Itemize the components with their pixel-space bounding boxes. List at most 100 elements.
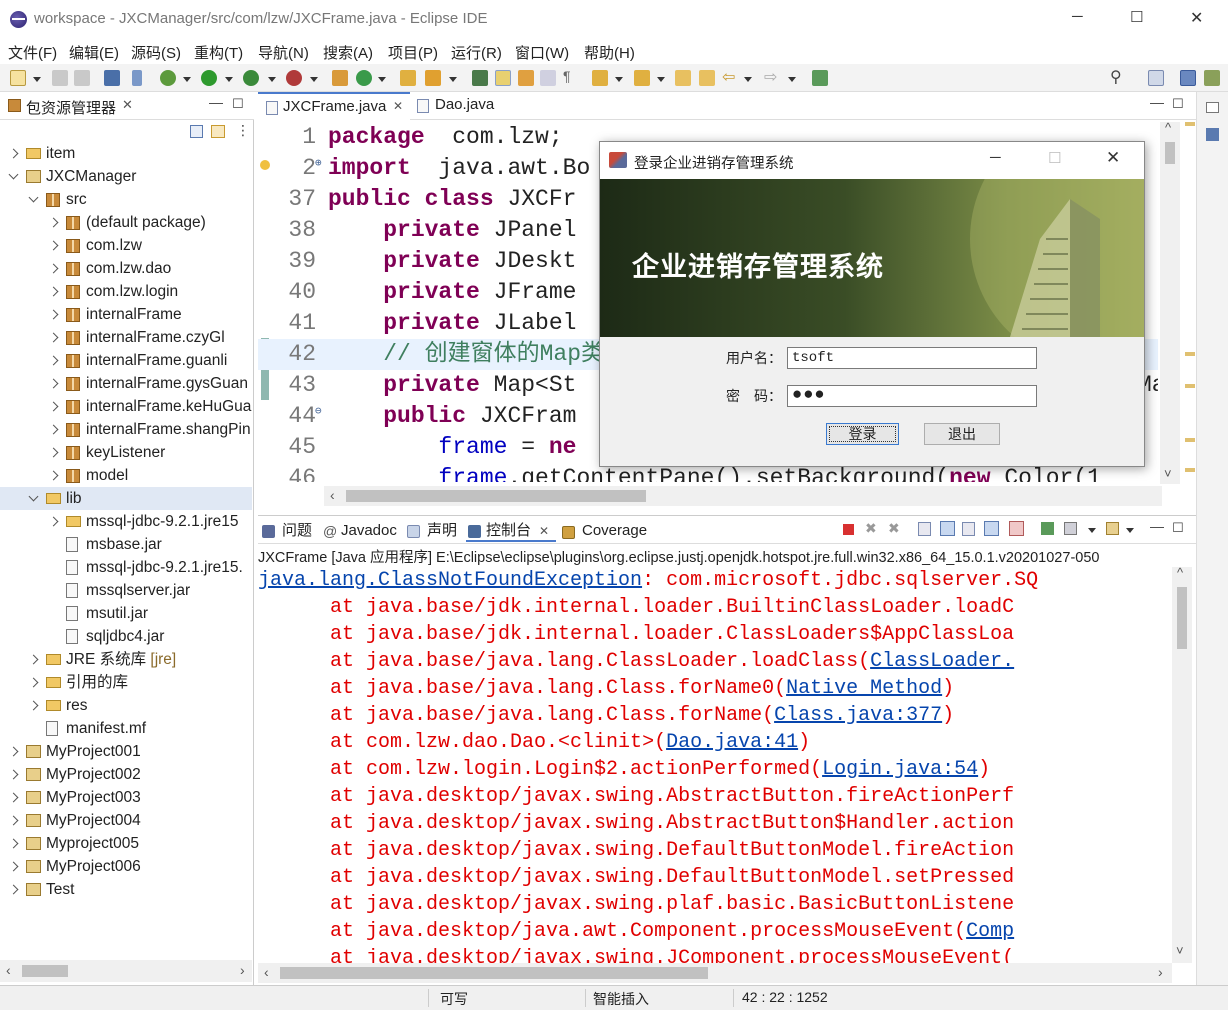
tree-item[interactable]: internalFrame [0,303,252,326]
tree-item[interactable]: sqljdbc4.jar [0,625,252,648]
dialog-close-button[interactable]: ✕ [1106,148,1120,168]
outline-icon[interactable] [1206,128,1219,141]
tree-item[interactable]: com.lzw.dao [0,257,252,280]
save-all-icon[interactable] [74,70,90,86]
remove-all-icon[interactable]: ✖ [888,520,900,537]
tree-item[interactable]: JXCManager [0,165,252,188]
tree-item[interactable]: mssql-jdbc-9.2.1.jre15 [0,510,252,533]
display-console-icon[interactable] [1064,522,1077,535]
stacktrace-link[interactable]: Native Method [786,677,942,700]
tree-item[interactable]: internalFrame.shangPin [0,418,252,441]
tree-item[interactable]: res [0,694,252,717]
chevron-right-icon[interactable] [48,401,59,412]
open-perspective-icon[interactable] [1148,70,1164,86]
explorer-hscroll[interactable]: ‹ › [0,960,252,982]
chevron-right-icon[interactable] [48,447,59,458]
forward-icon[interactable]: ⇨ [764,67,780,86]
tree-item[interactable]: mssql-jdbc-9.2.1.jre15. [0,556,252,579]
pin-editor-icon[interactable] [812,70,828,86]
external-tools-icon[interactable] [286,70,302,86]
chevron-right-icon[interactable] [8,769,19,780]
editor-hscroll[interactable]: ‹ [324,486,1162,506]
tree-item[interactable]: manifest.mf [0,717,252,740]
java-perspective-icon[interactable] [1180,70,1196,86]
last-edit-icon[interactable] [675,70,691,86]
minimize-button[interactable]: ─ [1072,8,1083,25]
menu-edit[interactable]: 编辑(E) [69,42,119,63]
tree-item[interactable]: model [0,464,252,487]
fold-collapse-icon[interactable]: ⊖ [315,397,322,428]
password-field[interactable]: ●●● [787,385,1037,407]
close-button[interactable]: ✕ [1190,8,1203,28]
menu-run[interactable]: 运行(R) [451,42,502,63]
terminate-icon[interactable] [843,524,854,535]
remove-launch-icon[interactable]: ✖ [865,520,877,537]
tree-item[interactable]: Test [0,878,252,901]
stacktrace-link[interactable]: Class.java:377 [774,704,942,727]
login-button[interactable]: 登录 [826,423,899,445]
tab-coverage[interactable]: Coverage [562,520,647,542]
console-output[interactable]: java.lang.ClassNotFoundException: com.mi… [258,567,1170,963]
menu-search[interactable]: 搜索(A) [323,42,373,63]
tree-item[interactable]: internalFrame.keHuGua [0,395,252,418]
chevron-right-icon[interactable] [8,861,19,872]
prev-annotation-icon[interactable] [634,70,650,86]
show-whitespace-icon[interactable] [540,70,556,86]
editor-vscroll[interactable]: ^ ˅ [1160,120,1180,484]
tree-item[interactable]: com.lzw [0,234,252,257]
stacktrace-link[interactable]: java.lang.ClassNotFoundException [258,569,642,592]
chevron-right-icon[interactable] [48,470,59,481]
chevron-right-icon[interactable] [48,378,59,389]
tree-item[interactable]: 引用的库 [0,671,252,694]
minimize-console-icon[interactable]: — [1150,518,1164,534]
maximize-console-icon[interactable]: ☐ [1172,520,1184,536]
tree-item[interactable]: lib [0,487,252,510]
maximize-button[interactable]: ☐ [1130,8,1143,26]
chevron-right-icon[interactable] [48,286,59,297]
tree-item[interactable]: msutil.jar [0,602,252,625]
exit-button[interactable]: 退出 [924,423,1000,445]
username-field[interactable]: tsoft [787,347,1037,369]
clear-console-icon[interactable] [918,522,931,536]
tree-item[interactable]: keyListener [0,441,252,464]
word-wrap-icon[interactable] [962,522,975,536]
new-class-icon[interactable] [356,70,372,86]
tree-item[interactable]: MyProject006 [0,855,252,878]
new-java-project-icon[interactable] [332,70,348,86]
console-hscroll[interactable]: ‹ › [258,963,1172,983]
search-tool-icon[interactable] [425,70,441,86]
stacktrace-link[interactable]: ClassLoader. [870,650,1014,673]
tab-problems[interactable]: 问题 [262,520,312,542]
chevron-right-icon[interactable] [28,677,39,688]
collapse-all-icon[interactable] [190,125,203,138]
fold-expand-icon[interactable]: ⊕ [315,149,322,180]
stacktrace-link[interactable]: Comp [966,920,1014,943]
mark-occurrences-icon[interactable] [495,70,511,86]
save-icon[interactable] [52,70,68,86]
tab-javadoc[interactable]: @ Javadoc [323,520,397,542]
chevron-right-icon[interactable] [48,217,59,228]
tree-item[interactable]: mssqlserver.jar [0,579,252,602]
menu-help[interactable]: 帮助(H) [584,42,635,63]
stacktrace-link[interactable]: Dao.java:41 [666,731,798,754]
console-vscroll[interactable]: ^ ˅ [1172,565,1192,963]
view-menu-icon[interactable]: ⋮ [236,122,250,139]
maximize-view-icon[interactable]: ☐ [232,96,244,112]
tree-item[interactable]: MyProject003 [0,786,252,809]
tree-item[interactable]: internalFrame.guanli [0,349,252,372]
scroll-lock-icon[interactable] [940,521,955,536]
tree-item[interactable]: src [0,188,252,211]
chevron-right-icon[interactable] [48,332,59,343]
open-type-icon[interactable] [400,70,416,86]
tree-item[interactable]: item [0,142,252,165]
close-view-icon[interactable]: ✕ [122,97,133,113]
tree-item[interactable]: internalFrame.czyGl [0,326,252,349]
chevron-right-icon[interactable] [48,355,59,366]
stacktrace-link[interactable]: Login.java:54 [822,758,978,781]
menu-file[interactable]: 文件(F) [8,42,57,63]
tree-item[interactable]: internalFrame.gysGuan [0,372,252,395]
chevron-right-icon[interactable] [28,700,39,711]
skip-breakpoints-icon[interactable] [132,70,142,86]
chevron-right-icon[interactable] [8,838,19,849]
show-on-stdout-icon[interactable] [984,521,999,536]
